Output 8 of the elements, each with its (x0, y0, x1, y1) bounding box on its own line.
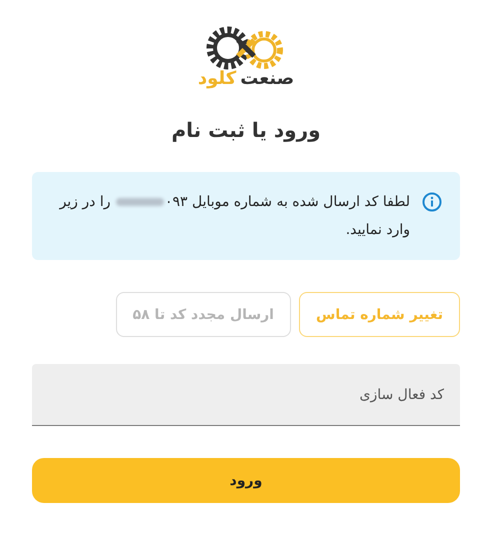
page-title: ورود یا ثبت نام (171, 117, 321, 144)
info-icon (422, 192, 442, 212)
logo-word: کلود (198, 70, 236, 88)
login-button[interactable]: ورود (32, 458, 460, 503)
alert-message: لطفا کد ارسال شده به شماره موبایل ۰۹۳ را در زیر وارد نمایید. (58, 193, 410, 240)
activation-code-field[interactable]: کد فعال سازی (32, 364, 460, 426)
change-number-button[interactable]: تغییر شماره تماس (299, 292, 460, 337)
logo-word: صنعت (240, 70, 294, 88)
